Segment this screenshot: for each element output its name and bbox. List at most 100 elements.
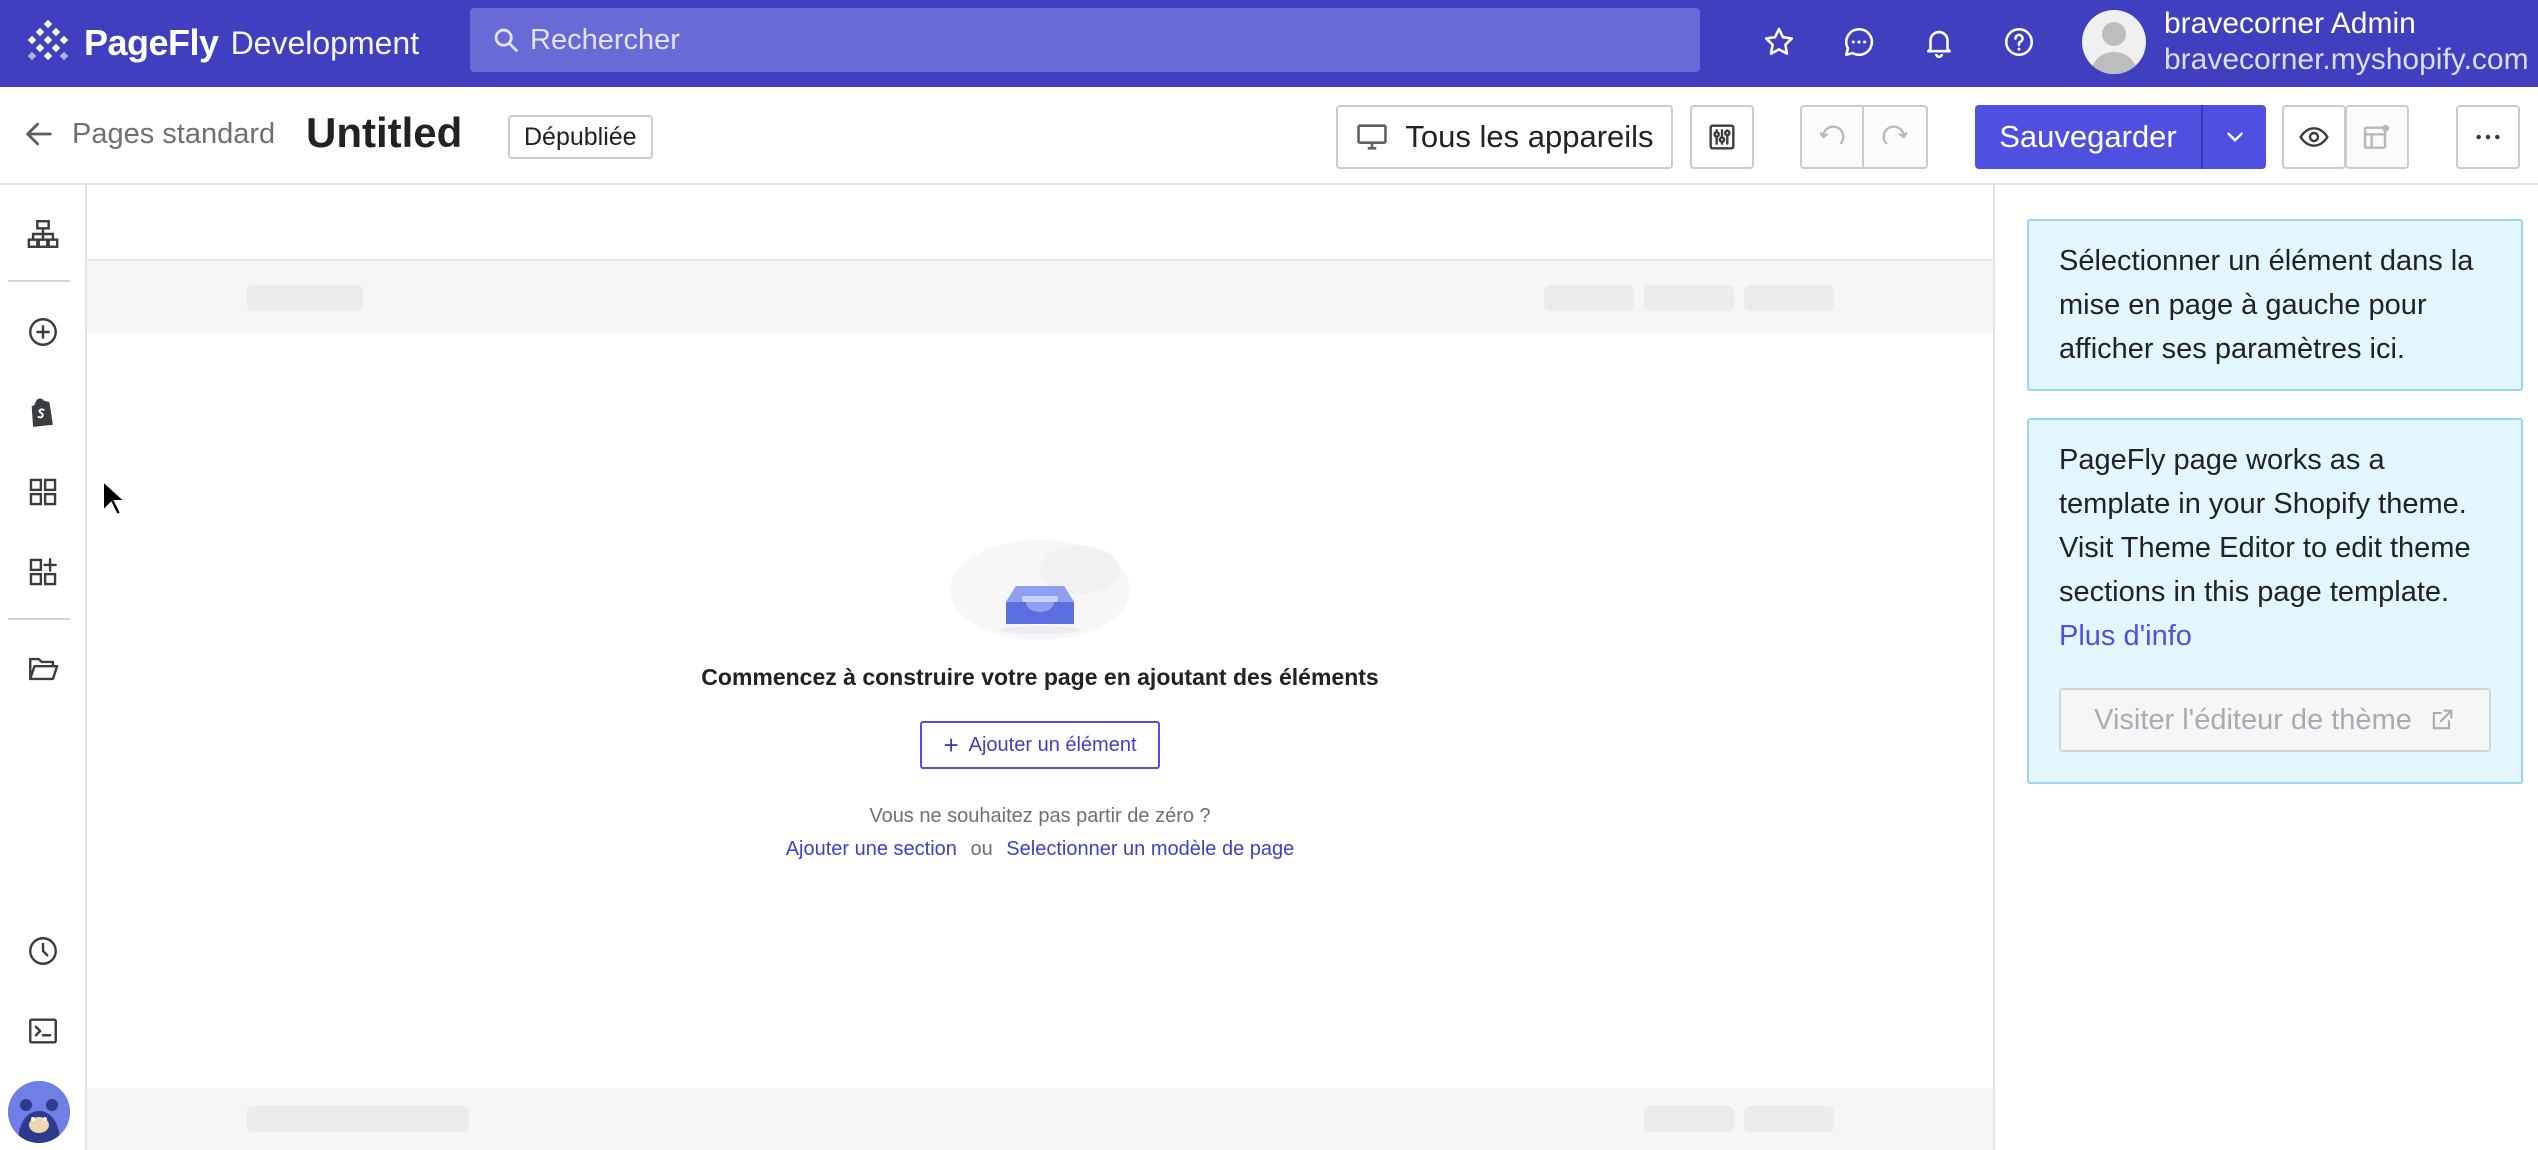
- back-label: Pages standard: [72, 117, 276, 150]
- rail-code-button[interactable]: [18, 1006, 68, 1056]
- mouse-cursor-icon: [102, 479, 127, 517]
- bell-icon: [1927, 30, 1951, 59]
- settings-panel: Sélectionner un élément dans la mise en …: [1993, 185, 2538, 1150]
- chevron-down-icon: [2226, 132, 2243, 142]
- device-selector-button[interactable]: Tous les appareils: [1336, 105, 1673, 169]
- undo-icon: [1819, 125, 1845, 145]
- history-controls: [1800, 105, 1928, 169]
- user-info: bravecorner Admin bravecorner.myshopify.…: [2164, 6, 2529, 78]
- skeleton-block: [1644, 285, 1734, 311]
- terminal-icon: [29, 1018, 57, 1044]
- device-selector-label: Tous les appareils: [1405, 119, 1654, 154]
- select-element-info: Sélectionner un élément dans la mise en …: [2027, 219, 2523, 391]
- settings-adjust-button[interactable]: [1690, 105, 1754, 169]
- skeleton-block: [1644, 1106, 1734, 1132]
- page-title[interactable]: Untitled: [306, 109, 462, 157]
- select-element-text: Sélectionner un élément dans la mise en …: [2059, 245, 2474, 365]
- chat-button[interactable]: [1837, 20, 1881, 64]
- save-options-button[interactable]: [2203, 105, 2266, 169]
- help-circle-icon: [2004, 27, 2034, 57]
- rail-layers-button[interactable]: [18, 209, 68, 259]
- rail-divider: [8, 618, 70, 620]
- more-horizontal-icon: [2476, 134, 2500, 140]
- skeleton-block: [1544, 285, 1634, 311]
- mascot-avatar[interactable]: [8, 1081, 70, 1143]
- chat-icon: [1844, 27, 1874, 57]
- template-info-text: PageFly page works as a template in your…: [2059, 444, 2471, 608]
- rail-shopify-button[interactable]: [18, 387, 68, 437]
- page-canvas[interactable]: Commencez à construire votre page en ajo…: [87, 185, 1993, 1150]
- template-info: PageFly page works as a template in your…: [2027, 418, 2523, 784]
- rail-sections-button[interactable]: [18, 467, 68, 517]
- theme-header-placeholder: [87, 261, 1993, 333]
- skeleton-block: [1744, 1106, 1834, 1132]
- sitemap-icon: [27, 220, 59, 248]
- brand[interactable]: PageFly Development: [24, 18, 419, 68]
- rail-divider: [8, 280, 70, 282]
- publish-button[interactable]: [2345, 105, 2409, 169]
- rail-apps-button[interactable]: [18, 547, 68, 597]
- sliders-icon: [1709, 124, 1735, 150]
- left-toolbar: [0, 185, 87, 1150]
- empty-state-links: Ajouter une section ou Selectionner un m…: [87, 838, 1993, 861]
- user-name: bravecorner Admin: [2164, 7, 2416, 40]
- empty-state: Commencez à construire votre page en ajo…: [87, 530, 1993, 861]
- folder-open-icon: [29, 657, 59, 681]
- eye-icon: [2299, 127, 2329, 147]
- external-link-icon: [2432, 709, 2453, 730]
- theme-footer-placeholder: [87, 1088, 1993, 1150]
- empty-state-hint: Vous ne souhaitez pas partir de zéro ?: [869, 805, 1211, 827]
- empty-inbox-icon: [950, 540, 1130, 640]
- add-section-link[interactable]: Ajouter une section: [786, 838, 957, 860]
- brand-name: PageFly: [84, 22, 219, 63]
- skeleton-block: [247, 1106, 469, 1132]
- star-icon: [1764, 27, 1794, 55]
- skeleton-block: [1744, 285, 1834, 311]
- search-icon: [494, 28, 518, 52]
- avatar: [2082, 10, 2146, 74]
- undo-button[interactable]: [1802, 107, 1864, 167]
- bear-mascot-icon: [8, 1081, 70, 1143]
- apps-add-icon: [29, 558, 57, 586]
- user-shop: bravecorner.myshopify.com: [2164, 43, 2529, 76]
- visit-theme-editor-label: Visiter l'éditeur de thème: [2094, 704, 2412, 736]
- user-icon: [2090, 22, 2138, 74]
- rail-history-button[interactable]: [18, 926, 68, 976]
- skeleton-block: [247, 285, 363, 311]
- notifications-button[interactable]: [1917, 20, 1961, 64]
- or-separator: ou: [970, 838, 993, 860]
- search-input[interactable]: [530, 23, 1630, 57]
- help-button[interactable]: [1997, 20, 2041, 64]
- more-actions-button[interactable]: [2456, 105, 2520, 169]
- save-button-group: Sauvegarder: [1975, 105, 2266, 169]
- add-element-button[interactable]: + Ajouter un élément: [920, 721, 1160, 769]
- add-element-label: Ajouter un élément: [968, 733, 1137, 756]
- redo-icon: [1882, 125, 1908, 145]
- user-menu[interactable]: bravecorner Admin bravecorner.myshopify.…: [2082, 6, 2529, 78]
- favorites-button[interactable]: [1757, 20, 1801, 64]
- status-badge: Dépubliée: [508, 115, 653, 159]
- select-template-link[interactable]: Selectionner un modèle de page: [1006, 838, 1294, 860]
- brand-subtitle: Development: [230, 24, 420, 61]
- add-circle-icon: [29, 318, 57, 346]
- layout-notification-icon: [2363, 124, 2390, 149]
- save-button[interactable]: Sauvegarder: [1975, 105, 2203, 169]
- clock-icon: [29, 937, 57, 965]
- preview-button[interactable]: [2282, 105, 2346, 169]
- shopify-bag-icon: [31, 398, 53, 427]
- more-info-link[interactable]: Plus d'info: [2059, 620, 2192, 652]
- visit-theme-editor-button[interactable]: Visiter l'éditeur de thème: [2059, 688, 2491, 752]
- rail-add-element-button[interactable]: [18, 307, 68, 357]
- rail-files-button[interactable]: [18, 644, 68, 694]
- plus-icon: +: [943, 730, 959, 760]
- arrow-left-icon: [26, 122, 52, 146]
- empty-state-title: Commencez à construire votre page en ajo…: [701, 664, 1379, 690]
- grid-icon: [29, 478, 57, 506]
- desktop-icon: [1357, 124, 1388, 150]
- redo-button[interactable]: [1864, 107, 1926, 167]
- search-bar[interactable]: [470, 8, 1700, 72]
- editor-header: Pages standard Untitled Dépubliée Tous l…: [0, 87, 2538, 185]
- back-button[interactable]: Pages standard: [22, 117, 275, 151]
- top-bar: PageFly Development Rechercher bravecorn…: [0, 0, 2538, 87]
- pagefly-logo-icon: [27, 19, 69, 61]
